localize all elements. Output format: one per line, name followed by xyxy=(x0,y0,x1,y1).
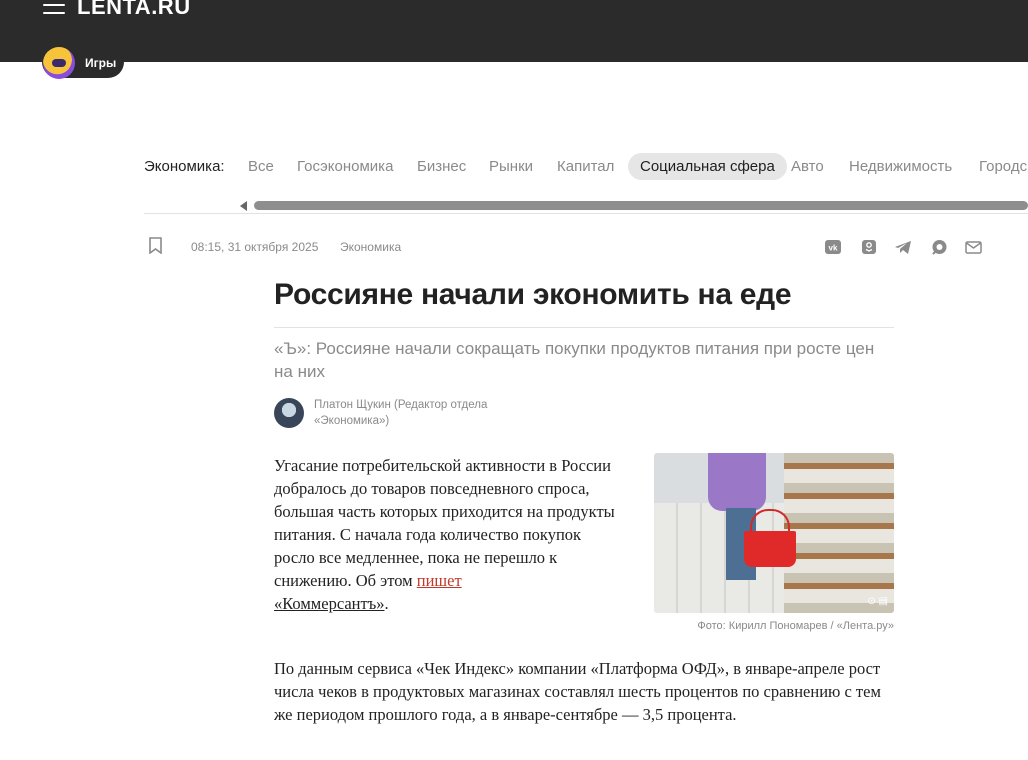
svg-text:vk: vk xyxy=(829,244,838,253)
source-name: «Коммерсантъ» xyxy=(274,594,385,613)
menu-icon[interactable] xyxy=(43,0,65,14)
mail-icon[interactable] xyxy=(964,238,982,256)
article-photo[interactable]: ⊙ ▤ xyxy=(654,453,894,613)
section-label: Экономика: xyxy=(144,158,225,175)
site-logo[interactable]: LENTA.RU xyxy=(77,0,191,20)
rubric-social-sphere[interactable]: Социальная сфера xyxy=(628,153,787,180)
publish-date: 08:15, 31 октября 2025 xyxy=(191,240,319,254)
rubric-business[interactable]: Бизнес xyxy=(417,158,466,175)
scroll-thumb[interactable] xyxy=(254,201,1028,210)
article-title: Россияне начали экономить на еде xyxy=(274,278,792,311)
rubric-capital[interactable]: Капитал xyxy=(557,158,614,175)
article-paragraph: Угасание потребительской активности в Ро… xyxy=(274,454,619,615)
rubric-real-estate[interactable]: Недвижимость xyxy=(849,158,952,175)
games-button[interactable]: Игры xyxy=(42,47,124,79)
title-divider xyxy=(274,327,894,328)
ok-icon[interactable] xyxy=(860,238,878,256)
vk-icon[interactable]: vk xyxy=(824,238,842,256)
gamepad-icon xyxy=(43,47,75,79)
rubric-scrollbar[interactable] xyxy=(144,200,1028,212)
rubric-goseconomika[interactable]: Госэкономика xyxy=(297,158,393,175)
author-avatar[interactable] xyxy=(274,398,304,428)
article-lead: «Ъ»: Россияне начали сокращать покупки п… xyxy=(274,339,875,381)
shopping-basket xyxy=(744,531,796,567)
divider xyxy=(144,213,1028,214)
source-link[interactable]: пишет xyxy=(417,571,462,590)
author-name[interactable]: Платон Щукин (Редактор отдела «Экономика… xyxy=(314,397,514,429)
photo-caption: Фото: Кирилл Пономарев / «Лента.ру» xyxy=(697,620,894,632)
bookmark-icon[interactable] xyxy=(149,237,162,255)
games-label: Игры xyxy=(85,56,117,70)
scroll-left-icon[interactable] xyxy=(240,201,247,211)
telegram-icon[interactable] xyxy=(894,238,912,256)
top-bar: LENTA.RU Игры xyxy=(0,0,1028,79)
max-icon[interactable] xyxy=(930,238,948,256)
rubric-markets[interactable]: Рынки xyxy=(489,158,533,175)
rubric-all[interactable]: Все xyxy=(248,158,274,175)
rubric-cities[interactable]: Городс xyxy=(979,158,1027,175)
rubric-auto[interactable]: Авто xyxy=(791,158,824,175)
paragraph-text: Угасание потребительской активности в Ро… xyxy=(274,456,615,590)
photo-controls-icon[interactable]: ⊙ ▤ xyxy=(867,596,888,607)
article-paragraph: По данным сервиса «Чек Индекс» компании … xyxy=(274,659,881,724)
article-rubric-link[interactable]: Экономика xyxy=(340,240,401,254)
paragraph-end: . xyxy=(384,594,389,613)
